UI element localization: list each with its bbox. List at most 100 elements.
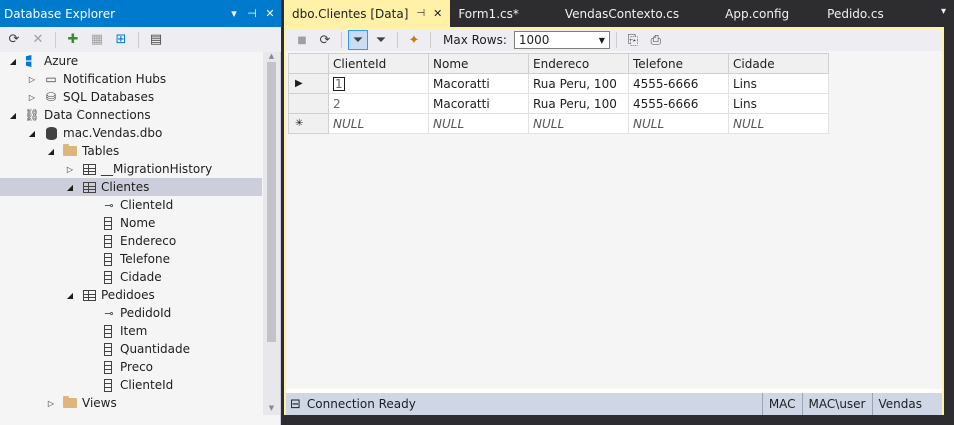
tree-node-clienteid[interactable]: ⊸ ClienteId xyxy=(0,196,262,214)
new-row-marker-icon[interactable]: ✳ xyxy=(288,113,329,134)
grid-cell-null[interactable]: NULL xyxy=(328,113,429,134)
folder-icon xyxy=(62,396,78,410)
tree-node-cidade[interactable]: Cidade xyxy=(0,268,262,286)
tree-node-label: Notification Hubs xyxy=(63,72,167,86)
grid-cell-null[interactable]: NULL xyxy=(428,113,529,134)
filter-icon[interactable]: ⏷ xyxy=(371,30,391,50)
grid-cell[interactable]: Rua Peru, 100 xyxy=(528,93,629,114)
expand-arrow-icon[interactable]: ▷ xyxy=(65,165,75,174)
pin-icon[interactable]: ⊣ xyxy=(416,8,425,19)
tab-overflow-dropdown-icon[interactable]: ▾ xyxy=(941,6,946,17)
connect-to-database-icon[interactable]: ✚ xyxy=(63,30,83,50)
row-header-current[interactable]: ▶ xyxy=(288,73,329,94)
tree-node-mac-vendas-dbo[interactable]: ◢ mac.Vendas.dbo xyxy=(0,124,262,142)
tab-app-config[interactable]: App.config xyxy=(687,0,797,27)
tree-node-migrationhistory[interactable]: ▷ __MigrationHistory xyxy=(0,160,262,178)
expand-arrow-icon[interactable]: ▷ xyxy=(27,93,37,102)
tree-node-clientes[interactable]: ◢ Clientes xyxy=(0,178,262,196)
collapse-arrow-icon[interactable]: ◢ xyxy=(8,57,18,66)
database-explorer-title-bar: Database Explorer ▾ ⊣ ✕ xyxy=(0,0,281,27)
connect-to-server-icon[interactable]: ▦ xyxy=(87,30,107,50)
grid-cell[interactable]: Macoratti xyxy=(428,73,529,94)
column-header-nome[interactable]: Nome xyxy=(428,53,529,74)
script-icon[interactable]: ✦ xyxy=(404,30,424,50)
tab-pedido[interactable]: Pedido.cs xyxy=(797,0,892,27)
tab-clientes-data[interactable]: dbo.Clientes [Data] ⊣ ✕ xyxy=(284,0,451,27)
refresh-icon[interactable]: ⟳ xyxy=(4,30,24,50)
row-header-corner[interactable] xyxy=(288,53,329,74)
tree-node-azure[interactable]: ◢ Azure xyxy=(0,52,262,70)
grid-cell-clienteid[interactable]: 1 xyxy=(328,73,429,94)
tree-node-notification-hubs[interactable]: ▷ ▭ Notification Hubs xyxy=(0,70,262,88)
data-editor-document: ■ ⟳ ⏷ ⏷ ✦ Max Rows: 1000 ▼ ⎘ ⎙ ClienteId… xyxy=(284,27,944,415)
tree-node-quantidade[interactable]: Quantidade xyxy=(0,340,262,358)
collapse-arrow-icon[interactable]: ◢ xyxy=(65,291,75,300)
row-header[interactable] xyxy=(288,93,329,114)
tab-label: Form1.cs* xyxy=(458,6,519,21)
tree-node-sql-databases[interactable]: ▷ ⛁ SQL Databases xyxy=(0,88,262,106)
cancel-icon[interactable]: ✕ xyxy=(28,30,48,50)
tree-node-tables[interactable]: ◢ Tables xyxy=(0,142,262,160)
table-row[interactable]: 2 Macoratti Rua Peru, 100 4555-6666 Lins xyxy=(288,93,829,114)
sort-filter-icon[interactable]: ⏷ xyxy=(348,30,368,50)
data-grid-area: ClienteId Nome Endereco Telefone Cidade … xyxy=(286,51,942,389)
tree-scrollbar[interactable]: ▲ ▼ xyxy=(263,52,280,415)
grid-cell-null[interactable]: NULL xyxy=(628,113,729,134)
grid-cell[interactable]: Macoratti xyxy=(428,93,529,114)
scroll-down-arrow[interactable]: ▼ xyxy=(263,404,280,414)
column-header-telefone[interactable]: Telefone xyxy=(628,53,729,74)
tree-node-endereco[interactable]: Endereco xyxy=(0,232,262,250)
table-icon xyxy=(81,180,97,194)
collapse-arrow-icon[interactable]: ◢ xyxy=(65,183,75,192)
tree-node-pedidoes[interactable]: ◢ Pedidoes xyxy=(0,286,262,304)
explorer-toolbar: ⟳ ✕ ✚ ▦ ⊞ ▤ xyxy=(0,27,281,52)
scrollbar-thumb[interactable] xyxy=(267,62,276,342)
generate-script-icon[interactable]: ⎘ xyxy=(623,30,643,50)
collapse-arrow-icon[interactable]: ◢ xyxy=(27,129,37,138)
close-icon[interactable]: ✕ xyxy=(433,7,442,20)
grid-cell-null[interactable]: NULL xyxy=(528,113,629,134)
tree-node-preco[interactable]: Preco xyxy=(0,358,262,376)
tab-form1[interactable]: Form1.cs* xyxy=(450,0,527,27)
tree-node-label: PedidoId xyxy=(120,306,172,320)
grid-cell[interactable]: 4555-6666 xyxy=(628,73,729,94)
tree-node-data-connections[interactable]: ◢ ⛓ Data Connections xyxy=(0,106,262,124)
tree-node-clienteid[interactable]: ClienteId xyxy=(0,376,262,394)
column-icon xyxy=(100,234,116,248)
tab-label: Pedido.cs xyxy=(827,6,884,21)
stop-icon[interactable]: ■ xyxy=(292,30,312,50)
connect-to-azure-icon[interactable]: ⊞ xyxy=(111,30,131,50)
expand-arrow-icon[interactable]: ▷ xyxy=(46,399,56,408)
auto-hide-pin-icon[interactable]: ⊣ xyxy=(245,7,259,20)
max-rows-select[interactable]: 1000 ▼ xyxy=(513,31,610,49)
collapse-arrow-icon[interactable]: ◢ xyxy=(46,147,56,156)
new-row[interactable]: ✳ NULL NULL NULL NULL NULL xyxy=(288,113,829,134)
tree-node-nome[interactable]: Nome xyxy=(0,214,262,232)
tab-vendascontexto[interactable]: VendasContexto.cs xyxy=(527,0,687,27)
collapse-arrow-icon[interactable]: ◢ xyxy=(8,111,18,120)
grid-cell-null[interactable]: NULL xyxy=(728,113,829,134)
tree-node-telefone[interactable]: Telefone xyxy=(0,250,262,268)
grid-cell[interactable]: Rua Peru, 100 xyxy=(528,73,629,94)
expand-arrow-icon[interactable]: ▷ xyxy=(27,75,37,84)
tree-node-item[interactable]: Item xyxy=(0,322,262,340)
close-icon[interactable]: ✕ xyxy=(263,7,277,20)
export-icon[interactable]: ⎙ xyxy=(646,30,666,50)
properties-icon[interactable]: ▤ xyxy=(146,30,166,50)
column-header-clienteid[interactable]: ClienteId xyxy=(328,53,429,74)
grid-cell[interactable]: Lins xyxy=(728,93,829,114)
tree-node-label: __MigrationHistory xyxy=(101,162,213,176)
grid-cell[interactable]: Lins xyxy=(728,73,829,94)
refresh-icon[interactable]: ⟳ xyxy=(315,30,335,50)
table-row[interactable]: ▶ 1 Macoratti Rua Peru, 100 4555-6666 Li… xyxy=(288,73,829,94)
tree-node-pedidoid[interactable]: ⊸ PedidoId xyxy=(0,304,262,322)
panel-title: Database Explorer xyxy=(4,6,116,21)
tree-node-views[interactable]: ▷ Views xyxy=(0,394,262,412)
column-header-endereco[interactable]: Endereco xyxy=(528,53,629,74)
grid-cell[interactable]: 4555-6666 xyxy=(628,93,729,114)
current-cell-value[interactable]: 1 xyxy=(333,76,345,91)
scroll-up-arrow[interactable]: ▲ xyxy=(263,52,280,62)
column-header-cidade[interactable]: Cidade xyxy=(728,53,829,74)
grid-cell[interactable]: 2 xyxy=(328,93,429,114)
window-position-icon[interactable]: ▾ xyxy=(227,7,241,20)
